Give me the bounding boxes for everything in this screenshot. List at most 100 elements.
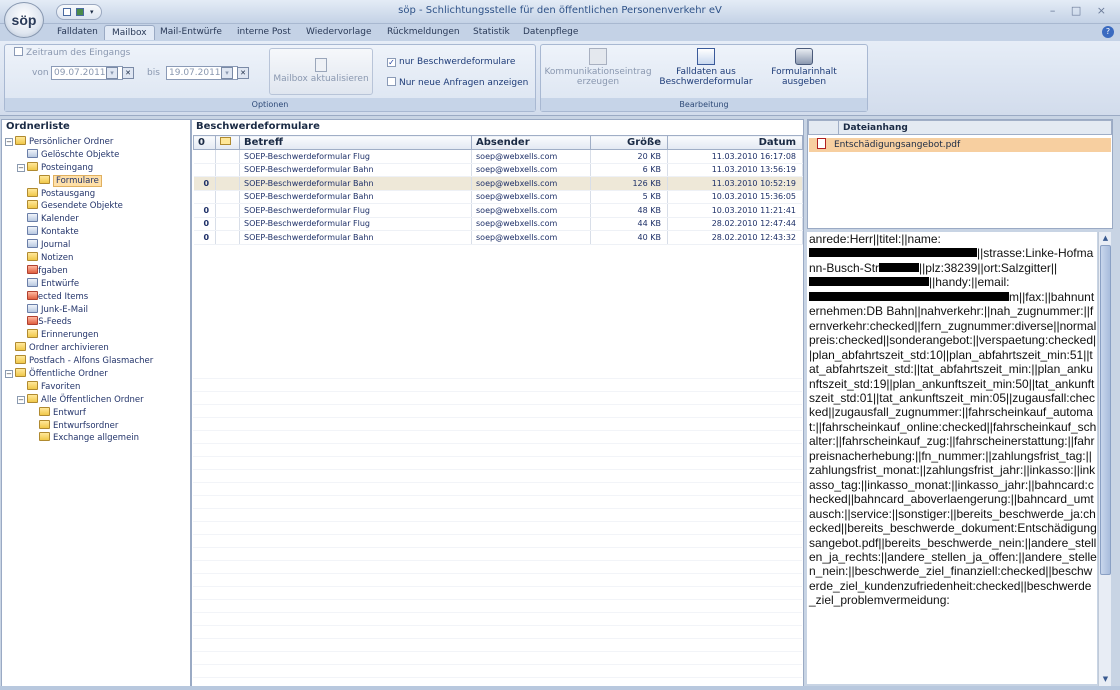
ribbon: Zeitraum des Eingangs von 09.07.2011 ▾ ✕… [0,41,1120,116]
folder-postausgang[interactable]: Postausgang [5,187,190,201]
bearbeitung-group-label: Bearbeitung [541,98,867,111]
sender-cell: soep@webxells.com [471,149,591,164]
clear-bis-icon[interactable]: ✕ [237,67,249,79]
options-group-label: Optionen [5,98,535,111]
folder-junk-email[interactable]: Junk-E-Mail [5,303,190,317]
forms-table: 0 Betreff Absender Größe Datum SOEP-Besc… [193,135,803,245]
folder-journal[interactable]: Journal [5,239,190,252]
table-row[interactable]: SOEP-Beschwerdeformular Bahn soep@webxell… [193,163,803,177]
help-icon[interactable]: ? [1102,26,1114,38]
tab-mailbox[interactable]: Mailbox [104,25,155,40]
folder-erinnerungen[interactable]: Erinnerungen [5,329,190,342]
forms-pane-title: Beschwerdeformulare [192,120,803,134]
size-column-header[interactable]: Größe [590,135,668,150]
clear-von-icon[interactable]: ✕ [122,67,134,79]
calendar-dropdown-icon[interactable]: ▾ [106,67,118,79]
flag-column-header[interactable] [215,135,240,150]
sender-column-header[interactable]: Absender [471,135,591,150]
folder-kalender[interactable]: Kalender [5,213,190,226]
redaction-bar [809,291,1009,301]
sender-cell: soep@webxells.com [471,230,591,245]
pdf-icon [817,138,826,149]
subject-cell: SOEP-Beschwerdeformular Flug [239,149,472,164]
date-cell: 11.03.2010 16:17:08 [667,149,803,164]
folder-aufgaben[interactable]: Aufgaben [5,264,190,278]
tab-interne-post[interactable]: interne Post [237,27,291,37]
table-row[interactable]: 0 SOEP-Beschwerdeformular Bahn soep@webxel… [193,230,803,245]
window-controls[interactable]: – □ × [1050,4,1112,17]
content-scrollbar[interactable]: ▲ ▼ [1098,232,1111,686]
printer-icon [795,48,813,65]
table-row-selected[interactable]: 0 SOEP-Beschwerdeformular Bahn soep@webxel… [193,176,803,191]
folder-entwurf[interactable]: Entwurf [5,406,190,420]
size-cell: 20 KB [590,149,668,164]
refresh-icon [315,58,327,72]
tab-mail-entwuerfe[interactable]: Mail-Entwürfe [160,27,222,37]
title-bar: ▾ söp - Schlichtungsstelle für den öffen… [0,0,1120,24]
folder-entwurfsordner[interactable]: Entwurfsordner [5,419,190,433]
options-group: Zeitraum des Eingangs von 09.07.2011 ▾ ✕… [4,44,536,112]
date-cell: 28.02.2010 12:43:32 [667,230,803,245]
edit-form-icon [697,48,715,65]
folder-posteingang[interactable]: − Posteingang [5,161,190,175]
window-title: söp - Schlichtungsstelle für den öffentl… [398,5,722,16]
app-logo-button[interactable]: söp [4,2,44,38]
table-row[interactable]: 0 SOEP-Beschwerdeformular Flug soep@webxel… [193,203,803,218]
sender-cell: soep@webxells.com [471,190,591,204]
tab-falldaten[interactable]: Falldaten [57,27,98,37]
attachment-item[interactable]: Entschädigungsangebot.pdf [809,138,1111,152]
folder-infected-items[interactable]: Infected Items [5,290,190,304]
folder-favoriten[interactable]: Favoriten [5,380,190,394]
tab-wiedervorlage[interactable]: Wiedervorlage [306,27,372,37]
folder-entwuerfe[interactable]: Entwürfe [5,277,190,291]
calendar-dropdown-icon[interactable]: ▾ [221,67,233,79]
mailbox-refresh-button[interactable]: Mailbox aktualisieren [269,48,373,95]
folder-postfach[interactable]: Postfach - Alfons Glasmacher [5,355,190,368]
table-row[interactable]: 0 SOEP-Beschwerdeformular Flug soep@webxel… [193,217,803,231]
tab-datenpflege[interactable]: Datenpflege [523,27,578,37]
attachment-icon-column [808,120,839,135]
network-icon [589,48,607,65]
falldaten-aus-formular-button[interactable]: Falldaten aus Beschwerdeformular [658,48,754,95]
folder-ordner-archivieren[interactable]: Ordner archivieren [5,342,190,355]
sender-cell: soep@webxells.com [471,176,591,191]
tab-statistik[interactable]: Statistik [473,27,510,37]
folder-alle-oeffentlichen-ordner[interactable]: − Alle Öffentlichen Ordner [5,393,190,407]
bis-date-field[interactable]: 19.07.2011 ▾ [166,66,238,80]
attachment-column-header[interactable]: 0 [193,135,216,150]
date-column-header[interactable]: Datum [667,135,803,150]
envelope-icon [220,137,231,145]
attachment-icon: 0 [193,176,216,191]
folder-geloeschte-objekte[interactable]: Gelöschte Objekte [5,148,190,162]
size-cell: 40 KB [590,230,668,245]
folder-formulare[interactable]: Formulare [5,174,190,188]
folder-oeffentliche-ordner[interactable]: − Öffentliche Ordner [5,368,190,381]
only-new-checkbox[interactable]: Nur neue Anfragen anzeigen [387,77,528,88]
table-row[interactable]: SOEP-Beschwerdeformular Bahn soep@webxell… [193,190,803,204]
redaction-bar [879,262,920,272]
folder-rss-feeds[interactable]: RSS-Feeds [5,316,190,329]
formularinhalt-ausgeben-button[interactable]: Formularinhalt ausgeben [763,48,845,95]
von-date-field[interactable]: 09.07.2011 ▾ [51,66,123,80]
kommunikationseintrag-button[interactable]: Kommunikationseintrag erzeugen [543,48,653,95]
attachment-table: Dateianhang [808,120,1112,135]
folder-notizen[interactable]: Notizen [5,252,190,265]
folder-persoenlicher-ordner[interactable]: − Persönlicher Ordner [5,136,190,149]
von-label: von [32,68,49,78]
tab-rueckmeldungen[interactable]: Rückmeldungen [387,27,460,37]
bearbeitung-group: Kommunikationseintrag erzeugen Falldaten… [540,44,868,112]
subject-column-header[interactable]: Betreff [239,135,472,150]
scroll-up-icon[interactable]: ▲ [1100,233,1111,244]
only-forms-checkbox[interactable]: ✓ nur Beschwerdeformulare [387,57,515,67]
subject-cell: SOEP-Beschwerdeformular Flug [239,217,472,231]
folder-kontakte[interactable]: Kontakte [5,226,190,239]
table-row[interactable]: SOEP-Beschwerdeformular Flug soep@webxell… [193,149,803,164]
subject-cell: SOEP-Beschwerdeformular Bahn [239,176,472,191]
subject-cell: SOEP-Beschwerdeformular Bahn [239,190,472,204]
zeitraum-checkbox[interactable]: Zeitraum des Eingangs [14,47,130,58]
folder-exchange-allgemein[interactable]: Exchange allgemein [5,432,190,445]
date-cell: 10.03.2010 11:21:41 [667,203,803,218]
folder-gesendete-objekte[interactable]: Gesendete Objekte [5,200,190,213]
scroll-down-icon[interactable]: ▼ [1100,674,1111,685]
scrollbar-thumb[interactable] [1100,245,1111,575]
